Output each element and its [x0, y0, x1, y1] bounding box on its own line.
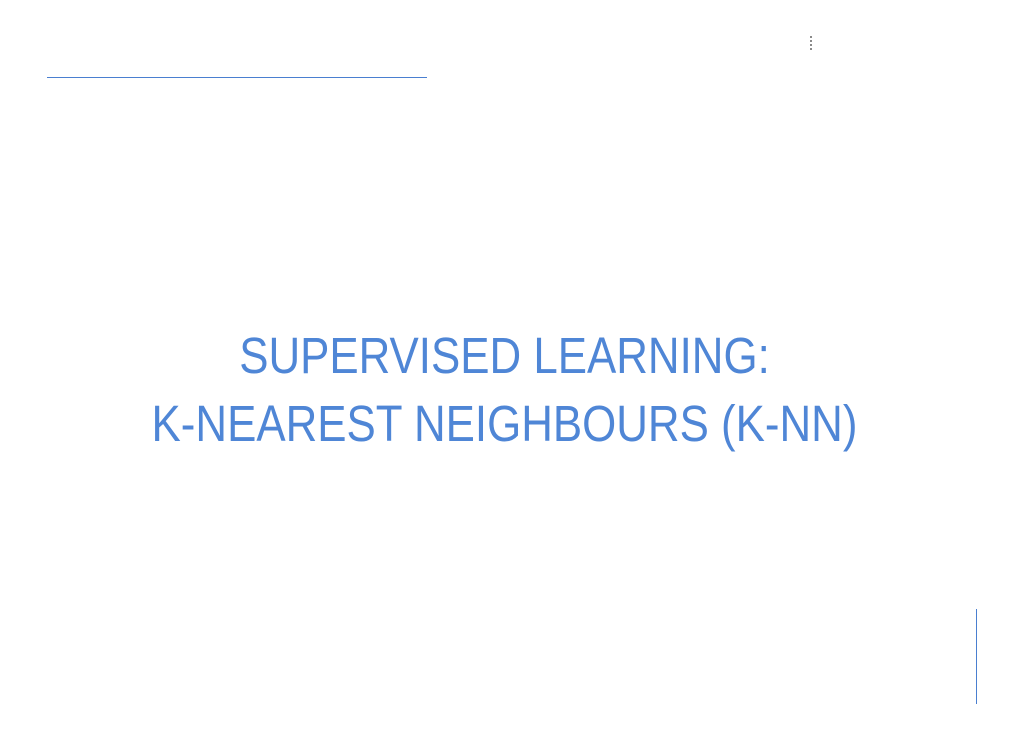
top-rule — [47, 77, 427, 78]
slide-title: SUPERVISED LEARNING: K-NEAREST NEIGHBOUR… — [71, 322, 939, 458]
slide-title-line-1: SUPERVISED LEARNING: — [239, 327, 770, 384]
corner-mark — [810, 36, 812, 50]
slide: SUPERVISED LEARNING: K-NEAREST NEIGHBOUR… — [0, 0, 1009, 753]
slide-title-line-2: K-NEAREST NEIGHBOURS (K-NN) — [151, 395, 858, 452]
side-rule — [976, 609, 977, 704]
